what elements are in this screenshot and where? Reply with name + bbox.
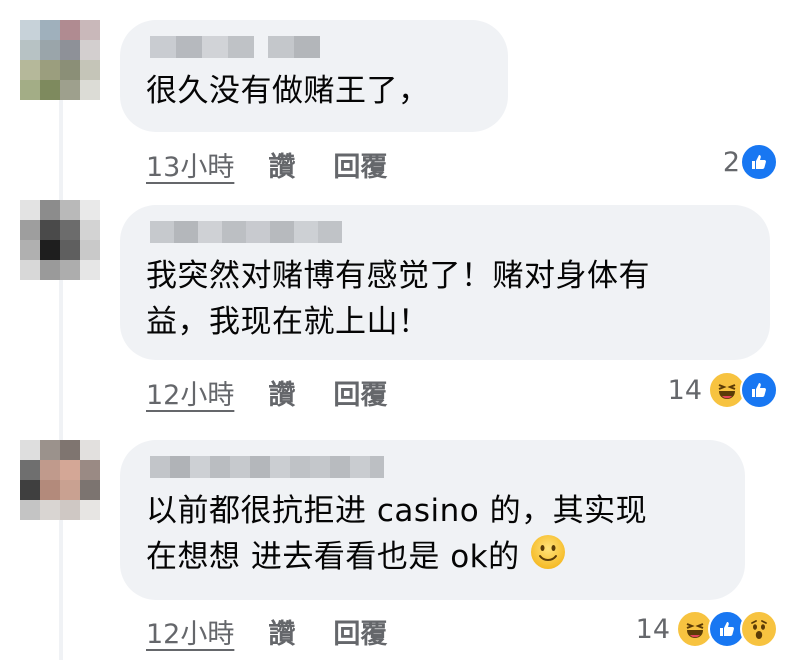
timestamp-link[interactable]: 12小時: [146, 373, 234, 412]
avatar[interactable]: [20, 200, 100, 280]
comment-text-line1: 以前都很抗拒进 casino 的，其实现: [146, 493, 648, 529]
comment-text-line2: 在想想 进去看看也是 ok的: [146, 539, 520, 575]
avatar[interactable]: [20, 20, 100, 100]
comment-text: 以前都很抗拒进 casino 的，其实现 在想想 进去看看也是 ok的: [146, 488, 719, 583]
comment-text: 很久没有做赌王了，: [146, 73, 430, 109]
reply-button[interactable]: 回覆: [333, 145, 387, 184]
like-reaction-icon: [740, 143, 778, 181]
wow-reaction-icon: [740, 610, 778, 648]
timestamp-link[interactable]: 12小時: [146, 612, 234, 651]
comment-actions: 12小時 讚 回覆: [146, 373, 387, 412]
reaction-count: 14: [635, 613, 670, 645]
like-button[interactable]: 讚: [268, 612, 295, 651]
commenter-name-blurred[interactable]: [150, 456, 719, 478]
reaction-summary[interactable]: 2: [723, 143, 778, 181]
comment-bubble: 以前都很抗拒进 casino 的，其实现 在想想 进去看看也是 ok的: [120, 440, 745, 600]
comment-text: 我突然对赌博有感觉了！赌对身体有 益，我现在就上山！: [146, 258, 650, 340]
reply-button[interactable]: 回覆: [333, 373, 387, 412]
commenter-name-blurred[interactable]: [150, 221, 744, 243]
slight-smile-emoji-icon: [530, 534, 566, 583]
comment-actions: 13小時 讚 回覆: [146, 145, 387, 184]
comment-bubble: 很久没有做赌王了，: [120, 20, 508, 132]
reaction-count: 2: [722, 146, 740, 178]
like-button[interactable]: 讚: [268, 373, 295, 412]
reaction-summary[interactable]: 14: [668, 371, 778, 409]
avatar[interactable]: [20, 440, 100, 520]
timestamp-link[interactable]: 13小時: [146, 145, 234, 184]
like-reaction-icon: [740, 371, 778, 409]
comment-bubble: 我突然对赌博有感觉了！赌对身体有 益，我现在就上山！: [120, 205, 770, 360]
reaction-count: 14: [667, 374, 702, 406]
commenter-name-blurred[interactable]: [150, 36, 482, 58]
thread-line: [59, 100, 63, 660]
comment-actions: 12小時 讚 回覆: [146, 612, 387, 651]
reaction-summary[interactable]: 14: [636, 610, 778, 648]
reply-button[interactable]: 回覆: [333, 612, 387, 651]
like-button[interactable]: 讚: [268, 145, 295, 184]
